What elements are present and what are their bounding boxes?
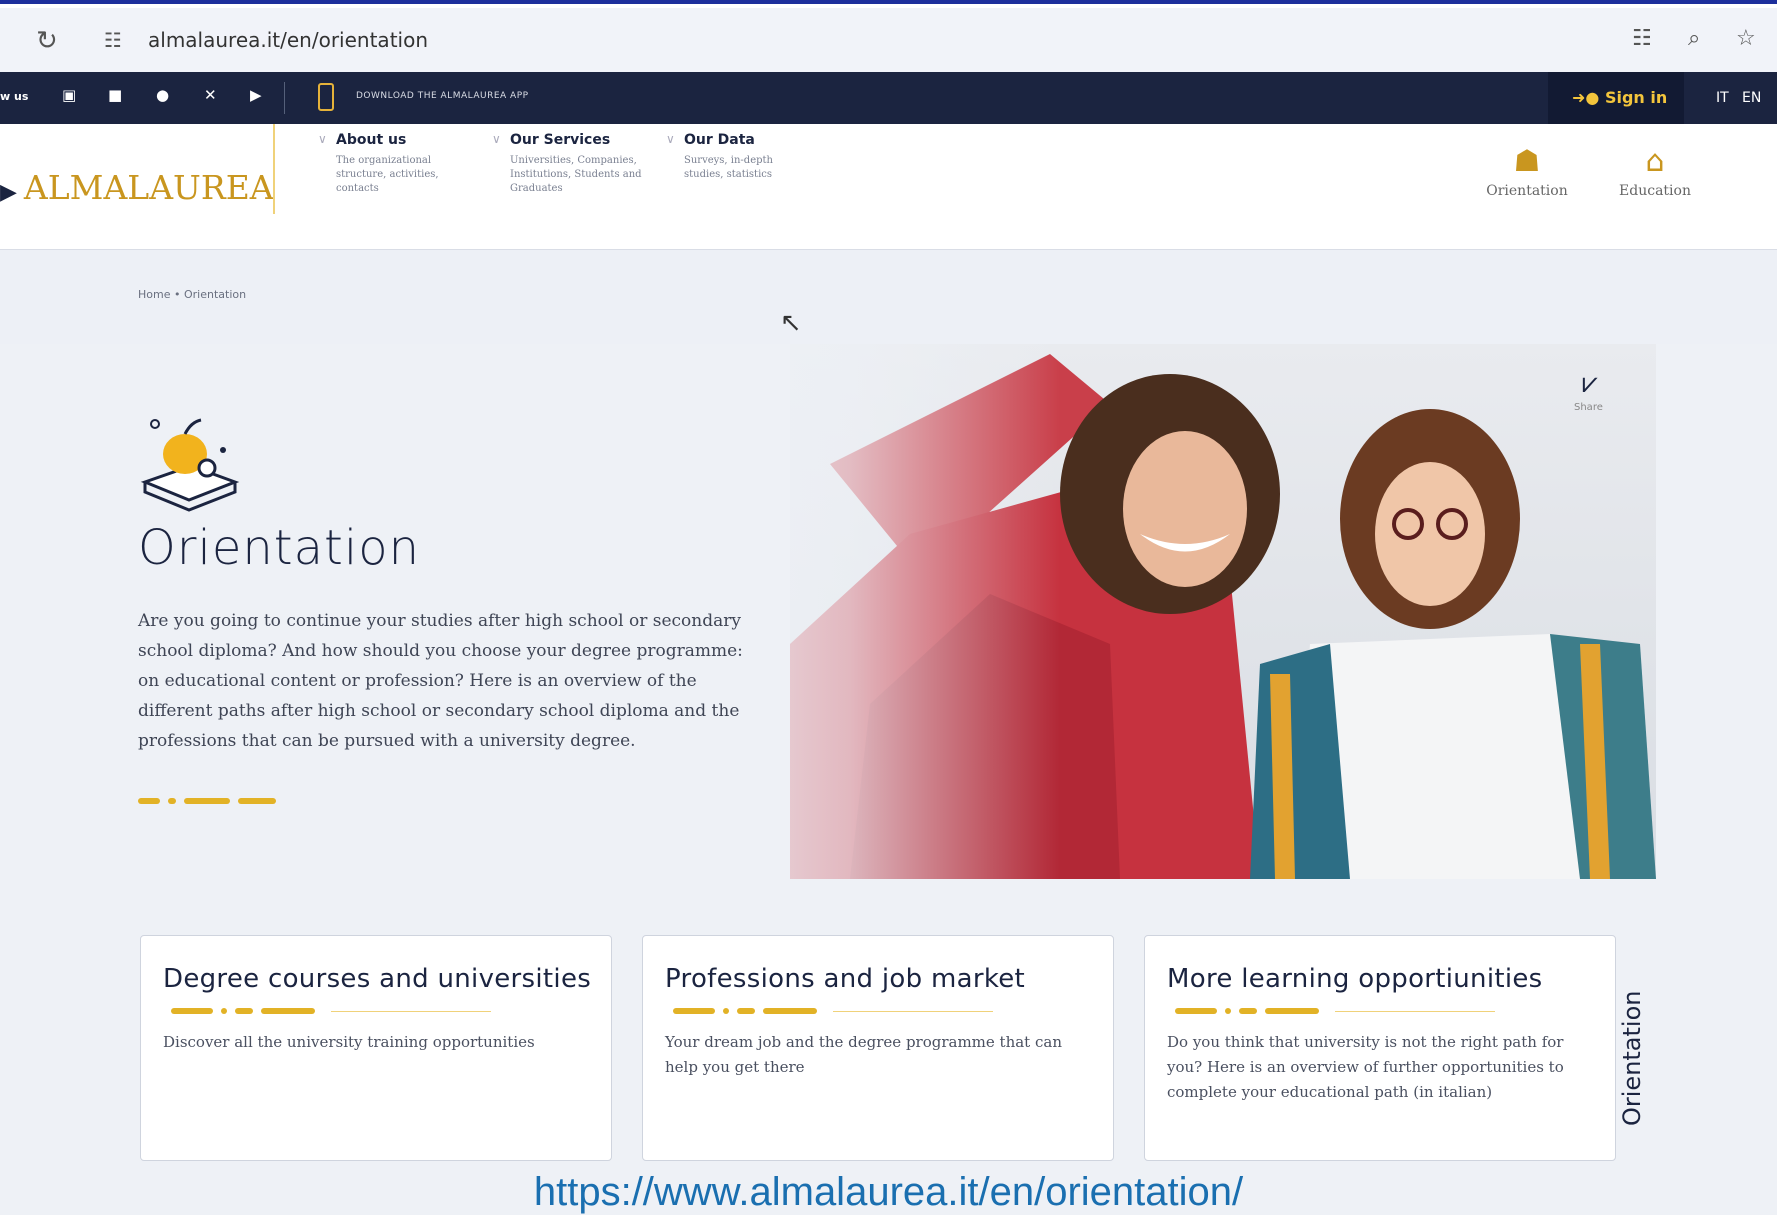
url-caption[interactable]: https://www.almalaurea.it/en/orientation… xyxy=(0,1170,1777,1215)
x-icon[interactable]: ✕ xyxy=(204,86,217,104)
slide-frame: ↻ ☷ almalaurea.it/en/orientation ☷ ⌕ ☆ w… xyxy=(0,0,1777,1215)
dash xyxy=(138,798,160,804)
logo-divider xyxy=(273,124,275,214)
menu-our-data[interactable]: ∨ Our Data Surveys, in-depth studies, st… xyxy=(666,132,864,182)
sign-in-button[interactable]: ➜● Sign in xyxy=(1572,88,1667,107)
menu-description: Universities, Companies, Institutions, S… xyxy=(510,155,642,194)
card-dashes xyxy=(1175,1008,1319,1014)
side-vertical-label: Orientation xyxy=(1618,990,1646,1127)
translate-icon[interactable]: ☷ xyxy=(1632,26,1652,51)
chevron-down-icon: ∨ xyxy=(318,132,327,146)
bookmark-star-icon[interactable]: ☆ xyxy=(1736,26,1756,51)
cards-section: Degree courses and universities Discover… xyxy=(0,879,1777,1215)
card-title: Professions and job market xyxy=(665,964,1026,994)
zoom-icon[interactable]: ⌕ xyxy=(1688,26,1700,51)
menu-our-services[interactable]: ∨ Our Services Universities, Companies, … xyxy=(492,132,690,196)
lang-en-link[interactable]: EN xyxy=(1742,90,1761,106)
dash xyxy=(1239,1008,1257,1014)
share-icon[interactable]: ⩗ xyxy=(1582,366,1598,400)
dash xyxy=(1225,1008,1231,1014)
divider xyxy=(284,82,285,114)
orientation-icon: ☗ xyxy=(1513,144,1541,179)
breadcrumb-current: Orientation xyxy=(183,288,247,301)
card-underline xyxy=(833,1011,993,1012)
reload-icon[interactable]: ↻ xyxy=(36,26,58,56)
page-title: Orientation xyxy=(138,520,420,576)
hero-description: Are you going to continue your studies a… xyxy=(138,611,743,751)
download-app-link[interactable]: DOWNLOAD THE ALMALAUREA APP xyxy=(356,91,529,101)
card-text: Your dream job and the degree programme … xyxy=(665,1033,1062,1076)
instagram-icon[interactable]: ▣ xyxy=(62,86,76,104)
dash xyxy=(261,1008,315,1014)
dash xyxy=(168,798,176,804)
dash xyxy=(171,1008,213,1014)
follow-us-label: w us xyxy=(0,90,29,103)
share-label: Share xyxy=(1574,402,1603,413)
dash xyxy=(1175,1008,1217,1014)
apple-books-icon xyxy=(135,404,245,518)
card-dashes xyxy=(171,1008,315,1014)
dash xyxy=(673,1008,715,1014)
dash xyxy=(737,1008,755,1014)
mouse-pointer-icon: ↖ xyxy=(780,308,802,338)
dash xyxy=(763,1008,817,1014)
address-bar[interactable]: almalaurea.it/en/orientation xyxy=(148,28,428,52)
site-info-icon[interactable]: ☷ xyxy=(104,28,122,52)
chevron-down-icon: ∨ xyxy=(492,132,501,146)
category-education[interactable]: ⌂ Education xyxy=(1600,144,1710,199)
hero-section: Orientation Are you going to continue yo… xyxy=(0,344,1777,879)
menu-title: Our Data xyxy=(684,132,755,148)
logo-arrow-icon: ▶ xyxy=(0,180,24,205)
card-dashes xyxy=(673,1008,817,1014)
card-underline xyxy=(1335,1011,1495,1012)
phone-app-icon[interactable] xyxy=(318,83,334,111)
lang-it-link[interactable]: IT xyxy=(1716,90,1729,106)
card-title: Degree courses and universities xyxy=(163,964,592,994)
dash xyxy=(723,1008,729,1014)
breadcrumb-separator: • xyxy=(173,288,184,301)
menu-title: Our Services xyxy=(510,132,611,148)
menu-description: Surveys, in-depth studies, statistics xyxy=(684,155,773,180)
decorative-dashes xyxy=(138,798,276,804)
almalaurea-logo[interactable]: ▶ ALMALAUREA xyxy=(0,168,274,207)
dash xyxy=(1265,1008,1319,1014)
dash xyxy=(221,1008,227,1014)
dash xyxy=(235,1008,253,1014)
breadcrumb: Home • Orientation xyxy=(138,288,246,301)
sign-in-label: Sign in xyxy=(1604,88,1668,107)
card-title: More learning opportiunities xyxy=(1167,964,1543,994)
browser-toolbar: ↻ ☷ almalaurea.it/en/orientation ☷ ⌕ ☆ xyxy=(0,8,1777,72)
main-navigation: ▶ ALMALAUREA ∨ About us The organization… xyxy=(0,124,1777,250)
breadcrumb-home[interactable]: Home xyxy=(138,288,170,301)
dash xyxy=(238,798,276,804)
youtube-icon[interactable]: ▶ xyxy=(250,86,262,104)
card-underline xyxy=(331,1011,491,1012)
login-arrow-icon: ➜● xyxy=(1572,88,1605,107)
card-text: Discover all the university training opp… xyxy=(163,1033,535,1051)
linkedin-icon[interactable]: ■ xyxy=(108,86,122,104)
card-professions[interactable]: Professions and job market Your dream jo… xyxy=(642,935,1114,1161)
education-icon: ⌂ xyxy=(1645,144,1665,179)
site-top-strip: w us ▣ ■ ● ✕ ▶ DOWNLOAD THE ALMALAUREA A… xyxy=(0,72,1777,124)
logo-text: ALMALAUREA xyxy=(23,168,274,207)
category-orientation[interactable]: ☗ Orientation xyxy=(1472,144,1582,199)
card-learning-opportunities[interactable]: More learning opportiunities Do you thin… xyxy=(1144,935,1616,1161)
chevron-down-icon: ∨ xyxy=(666,132,675,146)
menu-description: The organizational structure, activities… xyxy=(336,155,439,194)
menu-title: About us xyxy=(336,132,407,148)
breadcrumb-band: Home • Orientation xyxy=(0,250,1777,344)
facebook-icon[interactable]: ● xyxy=(156,86,169,104)
category-label: Education xyxy=(1619,183,1691,199)
category-label: Orientation xyxy=(1486,183,1568,199)
card-degree-courses[interactable]: Degree courses and universities Discover… xyxy=(140,935,612,1161)
card-text: Do you think that university is not the … xyxy=(1167,1033,1564,1101)
dash xyxy=(184,798,230,804)
menu-about-us[interactable]: ∨ About us The organizational structure,… xyxy=(318,132,516,196)
